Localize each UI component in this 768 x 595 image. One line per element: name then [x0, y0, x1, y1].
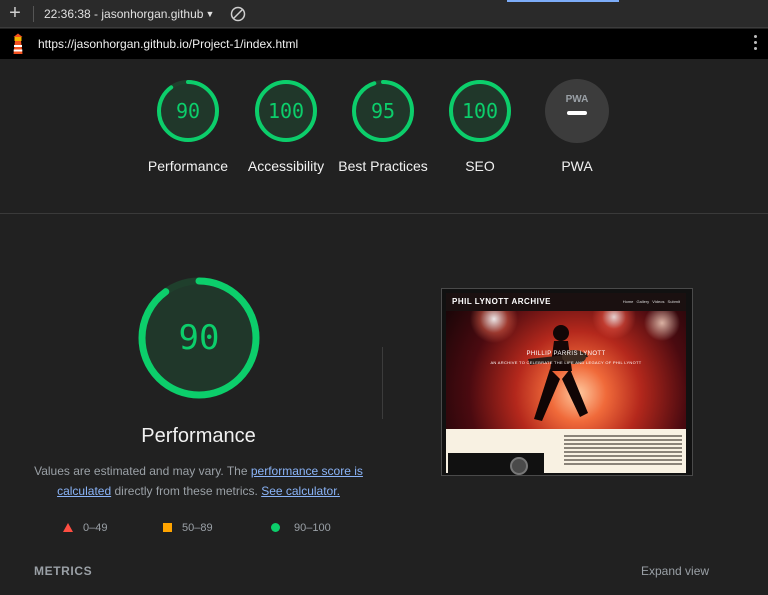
gauge-ring: 90: [157, 80, 219, 142]
gauge-pwa[interactable]: PWA PWA: [527, 78, 627, 176]
legend-pass: 90–100: [271, 520, 331, 536]
plus-icon[interactable]: +: [6, 3, 24, 23]
report-url-bar: https://jasonhorgan.github.io/Project-1/…: [0, 29, 768, 59]
gauge-score: 100: [462, 99, 498, 123]
screenshot-hero-title: PHILLIP PARRIS LYNOTT: [526, 351, 606, 357]
active-tab-indicator: [507, 0, 619, 2]
report-selector-label: 22:36:38 - jasonhorgan.github: [44, 7, 204, 21]
triangle-icon: [63, 523, 73, 532]
screenshot-text-lines: [564, 435, 682, 467]
screenshot-hero: PHILLIP PARRIS LYNOTT AN ARCHIVE TO CELE…: [446, 311, 686, 429]
gauge-performance[interactable]: 90 Performance: [138, 78, 238, 176]
performance-gauge[interactable]: 90: [137, 276, 261, 400]
gauge-label: Performance: [147, 158, 229, 174]
screenshot-hero-subtitle: AN ARCHIVE TO CELEBRATE THE LIFE AND LEG…: [490, 360, 642, 365]
legend-fail: 0–49: [63, 520, 107, 536]
report-url[interactable]: https://jasonhorgan.github.io/Project-1/…: [38, 36, 298, 52]
block-icon[interactable]: [230, 6, 246, 22]
caret-down-icon: ▼: [205, 9, 215, 19]
circle-icon: [271, 523, 280, 532]
report-selector[interactable]: 22:36:38 - jasonhorgan.github ▼: [44, 6, 214, 22]
gauge-ring: 100: [255, 80, 317, 142]
guitarist-figure: [528, 325, 588, 421]
gauge-label: Accessibility: [247, 158, 325, 174]
performance-score: 90: [179, 318, 220, 358]
gauge-label: PWA: [561, 158, 593, 174]
gauge-seo[interactable]: 100 SEO: [430, 78, 530, 176]
final-screenshot[interactable]: PHIL LYNOTT ARCHIVE Home Gallery Videos …: [441, 288, 693, 476]
screenshot-content: [446, 429, 686, 475]
description-text-2: directly from these metrics.: [111, 484, 262, 498]
expand-view-button[interactable]: Expand view: [641, 564, 709, 578]
legend-pass-label: 90–100: [294, 522, 331, 534]
description-text: Values are estimated and may vary. The: [34, 464, 251, 478]
pwa-badge-text: PWA: [566, 94, 589, 105]
screenshot-header: PHIL LYNOTT ARCHIVE Home Gallery Videos …: [446, 293, 686, 311]
metrics-heading: METRICS: [34, 564, 93, 578]
kebab-menu-icon[interactable]: [752, 35, 758, 53]
lighthouse-icon: [10, 33, 26, 55]
toolbar-divider: [33, 6, 34, 22]
score-gauges: 90 Performance 100 Accessibility 95 Best…: [0, 59, 768, 214]
gauge-ring: 100: [449, 80, 511, 142]
gauge-accessibility[interactable]: 100 Accessibility: [236, 78, 336, 176]
devtools-toolbar: + 22:36:38 - jasonhorgan.github ▼: [0, 0, 768, 28]
performance-description: Values are estimated and may vary. The p…: [20, 461, 377, 501]
screenshot-thumbnail: [448, 453, 544, 475]
gauge-score: 95: [371, 99, 395, 123]
gauge-label: SEO: [465, 158, 495, 174]
gauge-score: 90: [176, 99, 200, 123]
legend-fail-label: 0–49: [83, 522, 108, 534]
vertical-divider: [382, 347, 383, 419]
performance-title: Performance: [141, 425, 256, 447]
pwa-badge-icon: PWA: [545, 79, 609, 143]
gauge-ring: 95: [352, 80, 414, 142]
legend-average-label: 50–89: [182, 522, 213, 534]
gauge-label: Best Practices: [338, 158, 428, 174]
screenshot-brand: PHIL LYNOTT ARCHIVE: [452, 297, 551, 306]
calculator-link[interactable]: See calculator.: [261, 484, 340, 498]
legend-average: 50–89: [163, 520, 213, 536]
square-icon: [163, 523, 172, 532]
gauge-best-practices[interactable]: 95 Best Practices: [333, 78, 433, 176]
screenshot-nav: Home Gallery Videos Submit: [622, 299, 680, 304]
gauge-score: 100: [268, 99, 304, 123]
